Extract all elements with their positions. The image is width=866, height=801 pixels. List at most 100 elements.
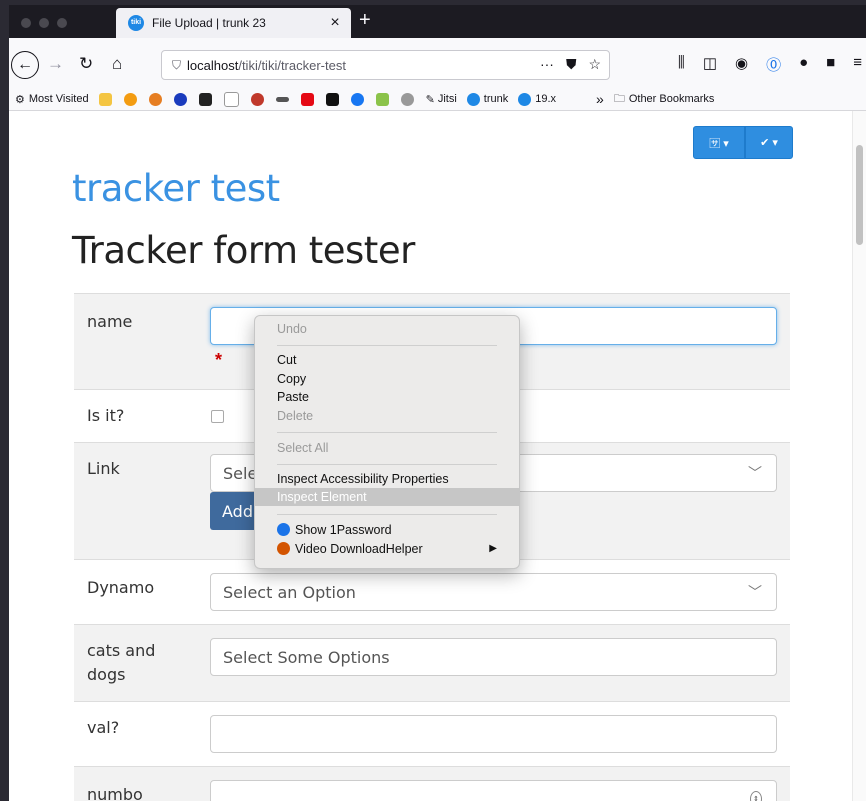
tiki-icon	[466, 92, 480, 106]
chevron-down-icon: ﹀	[748, 466, 762, 482]
forward-button[interactable]: →	[47, 54, 64, 74]
address-bar[interactable]: ⛉ localhost /tiki/tiki/tracker-test ··· …	[161, 50, 610, 172]
gear-icon: ⚙	[15, 93, 25, 106]
isit-checkbox[interactable]	[211, 410, 224, 423]
val-input[interactable]	[210, 715, 777, 753]
zoom-window-dot[interactable]	[57, 18, 67, 28]
home-button[interactable]: ⌂	[112, 54, 122, 74]
add-button-label: Add	[222, 501, 253, 521]
bookmark-label: Other Bookmarks	[628, 93, 715, 105]
library-icon[interactable]: ⫼	[678, 54, 685, 75]
sidebar-icon[interactable]: ◫	[703, 54, 717, 75]
link-label: Link	[87, 459, 120, 478]
menu-item-paste[interactable]: Paste	[277, 388, 309, 406]
back-button[interactable]: ←	[11, 51, 39, 79]
menu-separator	[277, 345, 497, 346]
dynamo-select[interactable]: Select an Option ﹀	[210, 573, 777, 611]
video-downloadhelper-icon	[277, 542, 290, 555]
close-tab-icon[interactable]: ×	[323, 14, 347, 32]
menu-item-inspect-accessibility[interactable]: Inspect Accessibility Properties	[277, 470, 449, 488]
1password-icon	[277, 523, 290, 536]
menu-item-select-all[interactable]: Select All	[277, 439, 328, 457]
isit-label: Is it?	[87, 406, 125, 425]
menu-item-copy[interactable]: Copy	[277, 370, 306, 388]
new-tab-button[interactable]: +	[359, 9, 371, 32]
1password-icon[interactable]: ⓪	[766, 54, 781, 75]
bookmark-icon-3[interactable]	[148, 92, 162, 106]
menu-item-undo[interactable]: Undo	[277, 320, 307, 338]
cats-label-line-2: dogs	[87, 665, 126, 684]
bookmark-jitsi[interactable]: ✎ Jitsi	[426, 93, 457, 106]
toolbar-icons: ⫼ ◫ ◉ ⓪ ● ■ ≡	[678, 54, 862, 75]
name-label: name	[87, 312, 133, 331]
required-marker: *	[215, 350, 223, 370]
facebook-icon[interactable]	[350, 92, 364, 106]
tiki-icon: tiki	[128, 15, 144, 31]
form-row-val: val?	[74, 701, 790, 766]
bookmark-icon-12[interactable]	[375, 92, 389, 106]
number-spinner-icon[interactable]: ⇕	[750, 791, 762, 801]
active-tab[interactable]: tiki File Upload | trunk 23 ×	[116, 8, 351, 38]
bookmark-icon-13[interactable]	[400, 92, 414, 106]
bbc-icon[interactable]	[275, 96, 289, 102]
menu-separator	[277, 432, 497, 433]
menu-item-delete[interactable]: Delete	[277, 407, 313, 425]
imdb-icon[interactable]	[325, 92, 339, 106]
bookmarks-overflow-button[interactable]: »	[596, 91, 604, 107]
cats-multiselect[interactable]: Select Some Options	[210, 638, 777, 676]
bookmark-icon-7[interactable]	[250, 92, 264, 106]
jitsi-icon: ✎	[425, 93, 435, 106]
amazon-icon[interactable]	[223, 91, 239, 107]
bookmark-19x[interactable]: 19.x	[518, 92, 557, 106]
translate-button[interactable]: 🈂 ▾	[693, 126, 745, 159]
shield-icon[interactable]: ⛉	[172, 58, 181, 73]
context-menu: Undo Cut Copy Paste Delete Select All In…	[254, 315, 520, 569]
bookmark-label: Most Visited	[28, 93, 89, 105]
mask-icon[interactable]: ■	[826, 54, 835, 75]
menu-item-inspect-element[interactable]: Inspect Element	[255, 488, 519, 506]
numbo-input[interactable]: ⇕	[210, 780, 777, 801]
site-title[interactable]: tracker test	[72, 167, 280, 210]
menu-item-label: Video DownloadHelper	[295, 542, 423, 556]
tiki-icon	[518, 92, 532, 106]
bookmark-icon-1[interactable]	[98, 92, 112, 106]
bookmark-label: trunk	[483, 93, 509, 105]
netflix-icon[interactable]	[300, 92, 314, 106]
tab-bar: tiki File Upload | trunk 23 × +	[9, 5, 866, 38]
bookmark-star-icon[interactable]: ☆	[588, 56, 601, 73]
menu-item-video-downloadhelper[interactable]: Video DownloadHelper	[277, 540, 507, 558]
bookmark-icon-5[interactable]	[198, 92, 212, 106]
dynamo-label: Dynamo	[87, 578, 155, 597]
form-row-cats: cats and dogs Select Some Options	[74, 624, 790, 701]
bookmark-icon-4[interactable]	[173, 92, 187, 106]
page-menu-button[interactable]: ✔ ▾	[745, 126, 793, 159]
url-host: localhost	[187, 57, 239, 73]
page-actions-icon[interactable]: ···	[540, 56, 554, 73]
menu-item-show-1password[interactable]: Show 1Password	[277, 521, 392, 539]
bookmark-label: Jitsi	[437, 93, 457, 105]
pocket-icon[interactable]: ⛊	[566, 56, 577, 73]
menu-item-cut[interactable]: Cut	[277, 351, 296, 369]
scrollbar-thumb[interactable]	[856, 145, 863, 245]
bookmark-other[interactable]: 🗀 Other Bookmarks	[614, 90, 715, 109]
video-downloadhelper-icon[interactable]: ●	[799, 54, 808, 75]
reload-button[interactable]: ↻	[79, 54, 93, 74]
val-label: val?	[87, 718, 120, 737]
add-button[interactable]: Add	[210, 492, 260, 530]
menu-icon[interactable]: ≡	[853, 54, 862, 75]
bookmark-label: 19.x	[535, 93, 557, 105]
menu-item-label: Show 1Password	[295, 523, 392, 537]
extension-icon[interactable]: ◉	[735, 54, 748, 75]
cats-placeholder: Select Some Options	[223, 647, 390, 667]
numbo-label: numbo	[87, 785, 143, 801]
submenu-arrow-icon: ▶	[489, 543, 497, 554]
menu-separator	[277, 464, 497, 465]
bookmark-trunk[interactable]: trunk	[466, 92, 509, 106]
close-window-dot[interactable]	[21, 18, 31, 28]
bookmark-most-visited[interactable]: ⚙ Most Visited	[15, 93, 89, 106]
folder-icon: 🗀	[613, 92, 625, 105]
minimize-window-dot[interactable]	[39, 18, 49, 28]
navigation-toolbar: ← → ↻ ⌂ ⛉ localhost /tiki/tiki/tracker-t…	[9, 38, 866, 172]
chevron-down-icon: ﹀	[748, 585, 762, 601]
bookmark-icon-2[interactable]	[123, 92, 137, 106]
